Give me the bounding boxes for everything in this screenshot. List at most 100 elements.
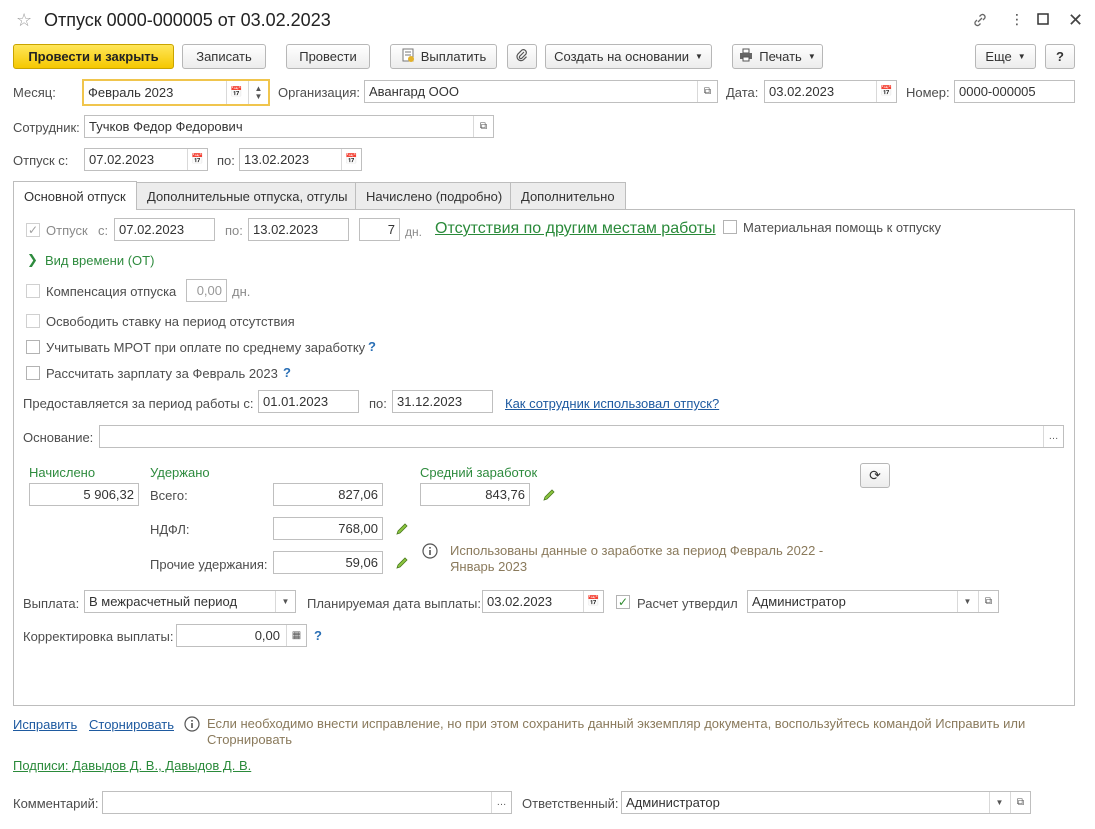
vacation-to-label: по:	[217, 153, 235, 168]
create-based-on-button[interactable]: Создать на основании ▼	[545, 44, 712, 69]
absence-other-jobs-link[interactable]: Отсутствия по другим местам работы	[435, 220, 716, 238]
spin-icon[interactable]: ▲ ▼	[248, 81, 268, 104]
planned-date-input[interactable]: 03.02.2023 📅	[482, 590, 604, 613]
number-label: Номер:	[906, 85, 950, 100]
open-icon[interactable]: ⧉	[978, 591, 998, 612]
employee-input[interactable]: Тучков Федор Федорович ⧉	[84, 115, 494, 138]
vacation-end-input[interactable]: 13.02.2023	[248, 218, 349, 241]
approved-checkbox[interactable]: ✓	[616, 595, 630, 609]
post-and-close-button[interactable]: Провести и закрыть	[13, 44, 174, 69]
edit-ndfl-pencil-icon[interactable]	[395, 522, 409, 536]
earnings-info-line1: Использованы данные о заработке за перио…	[450, 543, 824, 558]
basis-input[interactable]: …	[99, 425, 1064, 448]
select-ellipsis-icon[interactable]: …	[491, 792, 511, 813]
close-icon[interactable]: ✕	[1068, 10, 1083, 31]
info-icon	[422, 543, 438, 562]
mrot-checkbox[interactable]	[26, 340, 40, 354]
vacation-label: Отпуск	[46, 223, 88, 238]
favorite-star-icon[interactable]: ☆	[16, 10, 32, 31]
tab-additional[interactable]: Дополнительно	[510, 182, 626, 209]
print-button[interactable]: Печать ▼	[732, 44, 823, 69]
date-input[interactable]: 03.02.2023 📅	[764, 80, 897, 103]
organization-input[interactable]: Авангард ООО ⧉	[364, 80, 718, 103]
payout-label: Выплата:	[23, 596, 80, 611]
tab-accrued-detailed[interactable]: Начислено (подробно)	[355, 182, 514, 209]
chevron-right-icon[interactable]: ❯	[27, 252, 38, 268]
other-withholdings-amount: 59,06	[273, 551, 383, 574]
planned-date-label: Планируемая дата выплаты:	[307, 596, 481, 611]
approved-by-select[interactable]: Администратор ▼ ⧉	[747, 590, 999, 613]
calendar-icon[interactable]: 📅	[583, 591, 603, 612]
dropdown-arrow-icon[interactable]: ▼	[957, 591, 977, 612]
mrot-help-icon[interactable]: ?	[368, 339, 376, 354]
open-icon[interactable]: ⧉	[1010, 792, 1030, 813]
post-button[interactable]: Провести	[286, 44, 370, 69]
calendar-icon[interactable]: 📅	[341, 149, 361, 170]
maximize-icon[interactable]	[1037, 12, 1049, 28]
fix-link[interactable]: Исправить	[13, 717, 77, 732]
edit-other-pencil-icon[interactable]	[395, 556, 409, 570]
organization-label: Организация:	[278, 85, 361, 100]
free-rate-checkbox[interactable]	[26, 314, 40, 328]
reverse-link[interactable]: Сторнировать	[89, 717, 174, 732]
vacation-checkbox[interactable]: ✓	[26, 223, 40, 237]
comment-input[interactable]: …	[102, 791, 512, 814]
work-period-from-input[interactable]: 01.01.2023	[258, 390, 359, 413]
save-button[interactable]: Записать	[182, 44, 266, 69]
compensation-days-input[interactable]: 0,00	[186, 279, 227, 302]
more-menu-icon[interactable]: ⋮	[1010, 11, 1024, 28]
calendar-icon[interactable]: 📅	[876, 81, 896, 102]
vacation-usage-link[interactable]: Как сотрудник использовал отпуск?	[505, 396, 719, 411]
open-icon[interactable]: ⧉	[697, 81, 717, 102]
window-title: Отпуск 0000-000005 от 03.02.2023	[44, 10, 331, 30]
select-ellipsis-icon[interactable]: …	[1043, 426, 1063, 447]
basis-label: Основание:	[23, 430, 94, 445]
time-type-toggle[interactable]: Вид времени (ОТ)	[45, 253, 154, 269]
calculator-icon[interactable]: ▦	[286, 625, 306, 646]
tab-main-vacation[interactable]: Основной отпуск	[13, 181, 137, 210]
earnings-info-line2: Январь 2023	[450, 559, 528, 574]
correction-input[interactable]: 0,00 ▦	[176, 624, 307, 647]
work-period-label: Предоставляется за период работы с:	[23, 396, 254, 411]
month-input[interactable]: Февраль 2023 📅 ▲ ▼	[82, 79, 270, 106]
vacation-to-label: по:	[225, 223, 243, 238]
accrued-amount: 5 906,32	[29, 483, 139, 506]
signatures-link[interactable]: Подписи: Давыдов Д. В., Давыдов Д. В.	[13, 758, 251, 773]
calendar-icon[interactable]: 📅	[187, 149, 207, 170]
compensation-unit-label: дн.	[232, 284, 251, 299]
edit-average-pencil-icon[interactable]	[542, 488, 556, 502]
calc-salary-label: Рассчитать зарплату за Февраль 2023	[46, 366, 278, 381]
tab-additional-vacations[interactable]: Дополнительные отпуска, отгулы	[136, 182, 359, 209]
correction-help-icon[interactable]: ?	[314, 628, 322, 643]
open-icon[interactable]: ⧉	[473, 116, 493, 137]
attach-button[interactable]	[507, 44, 537, 69]
pay-button[interactable]: Выплатить	[390, 44, 497, 69]
link-icon[interactable]	[972, 12, 988, 31]
calc-salary-checkbox[interactable]	[26, 366, 40, 380]
approved-label: Расчет утвердил	[637, 596, 738, 611]
dropdown-arrow-icon[interactable]: ▼	[275, 591, 295, 612]
compensation-label: Компенсация отпуска	[46, 284, 177, 299]
refresh-button[interactable]: ⟳	[860, 463, 890, 488]
vacation-start-input[interactable]: 07.02.2023	[114, 218, 215, 241]
calc-salary-help-icon[interactable]: ?	[283, 365, 291, 380]
work-period-to-label: по:	[369, 396, 387, 411]
vacation-to-input[interactable]: 13.02.2023 📅	[239, 148, 362, 171]
ndfl-amount: 768,00	[273, 517, 383, 540]
work-period-to-input[interactable]: 31.12.2023	[392, 390, 493, 413]
free-rate-label: Освободить ставку на период отсутствия	[46, 314, 295, 329]
average-earnings-amount: 843,76	[420, 483, 530, 506]
dropdown-arrow-icon: ▼	[1017, 52, 1026, 61]
responsible-select[interactable]: Администратор ▼ ⧉	[621, 791, 1031, 814]
vacation-days-input[interactable]: 7	[359, 218, 400, 241]
more-button[interactable]: Еще ▼	[975, 44, 1036, 69]
calendar-icon[interactable]: 📅	[226, 81, 246, 104]
payout-select[interactable]: В межрасчетный период ▼	[84, 590, 296, 613]
vacation-from-input[interactable]: 07.02.2023 📅	[84, 148, 208, 171]
compensation-checkbox[interactable]	[26, 284, 40, 298]
withheld-total-amount: 827,06	[273, 483, 383, 506]
help-button[interactable]: ?	[1045, 44, 1075, 69]
number-input[interactable]: 0000-000005	[954, 80, 1075, 103]
material-aid-checkbox[interactable]	[723, 220, 737, 234]
dropdown-arrow-icon[interactable]: ▼	[989, 792, 1009, 813]
